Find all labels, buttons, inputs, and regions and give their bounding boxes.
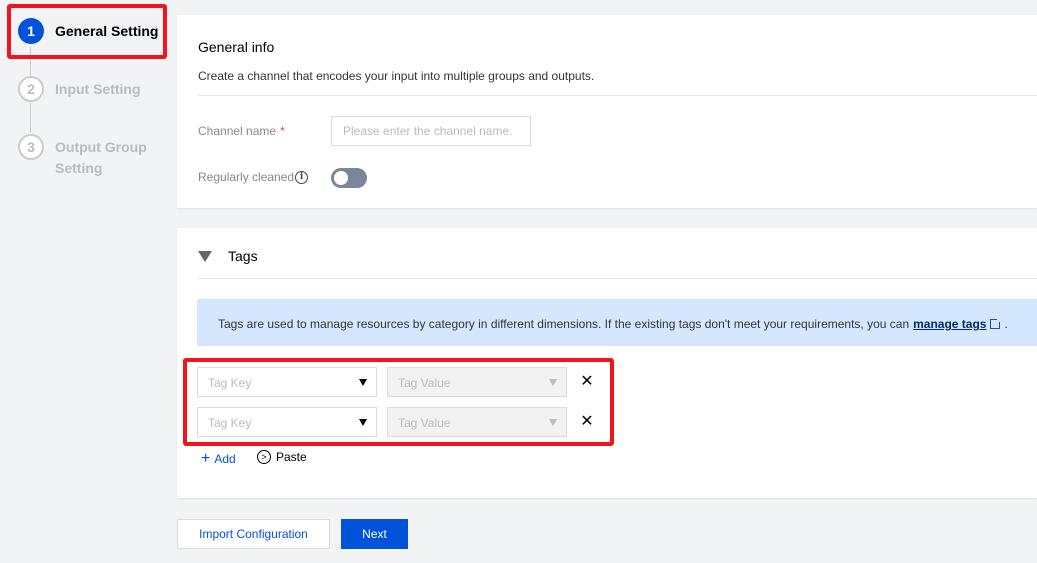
steps-sidebar: 1 General Setting 2 Input Setting 3 Outp… — [0, 0, 176, 563]
regularly-cleaned-label-text: Regularly cleaned — [198, 170, 295, 184]
next-button[interactable]: Next — [341, 519, 408, 549]
chevron-right-circle-icon: > — [257, 450, 271, 464]
notice-text: Tags are used to manage resources by cat… — [218, 317, 910, 331]
add-label: Add — [214, 452, 236, 466]
tags-notice: Tags are used to manage resources by cat… — [197, 299, 1037, 346]
step-number: 3 — [18, 134, 44, 160]
tags-title: Tags — [228, 248, 258, 264]
divider — [198, 278, 1037, 279]
regularly-cleaned-label: Regularly cleaned i — [198, 170, 309, 184]
step-label-line1: Output Group — [55, 139, 147, 155]
step-output-group-setting[interactable]: 3 Output Group Setting — [18, 134, 147, 179]
channel-name-label-text: Channel name — [198, 124, 277, 138]
channel-name-input[interactable] — [331, 116, 531, 146]
manage-tags-link[interactable]: manage tags — [913, 317, 986, 331]
step-number: 2 — [18, 76, 44, 102]
toggle-knob — [334, 171, 348, 185]
paste-label: Paste — [276, 450, 307, 464]
paste-button[interactable]: > Paste — [257, 450, 307, 464]
general-info-card: General info Create a channel that encod… — [177, 15, 1037, 208]
general-info-title: General info — [198, 39, 275, 55]
add-tag-button[interactable]: + Add — [201, 451, 236, 467]
regularly-cleaned-toggle[interactable] — [331, 168, 367, 188]
plus-icon: + — [201, 450, 211, 467]
step-connector — [30, 103, 31, 133]
tags-header[interactable]: Tags — [198, 248, 258, 264]
step-label-line2: Setting — [55, 160, 103, 176]
step-label: Input Setting — [55, 81, 141, 97]
info-icon[interactable]: i — [295, 170, 309, 184]
highlight-box-tags — [183, 358, 614, 446]
required-mark: * — [280, 124, 285, 138]
import-configuration-button[interactable]: Import Configuration — [177, 519, 330, 549]
notice-end: . — [1004, 317, 1008, 331]
collapse-caret-icon[interactable] — [198, 250, 212, 262]
divider — [198, 95, 1037, 96]
channel-name-label: Channel name * — [198, 124, 285, 138]
step-input-setting[interactable]: 2 Input Setting — [18, 76, 141, 102]
step-label: Output Group Setting — [55, 137, 147, 179]
highlight-box-step — [7, 4, 167, 59]
external-link-icon[interactable] — [990, 317, 1003, 329]
general-info-description: Create a channel that encodes your input… — [198, 69, 595, 83]
